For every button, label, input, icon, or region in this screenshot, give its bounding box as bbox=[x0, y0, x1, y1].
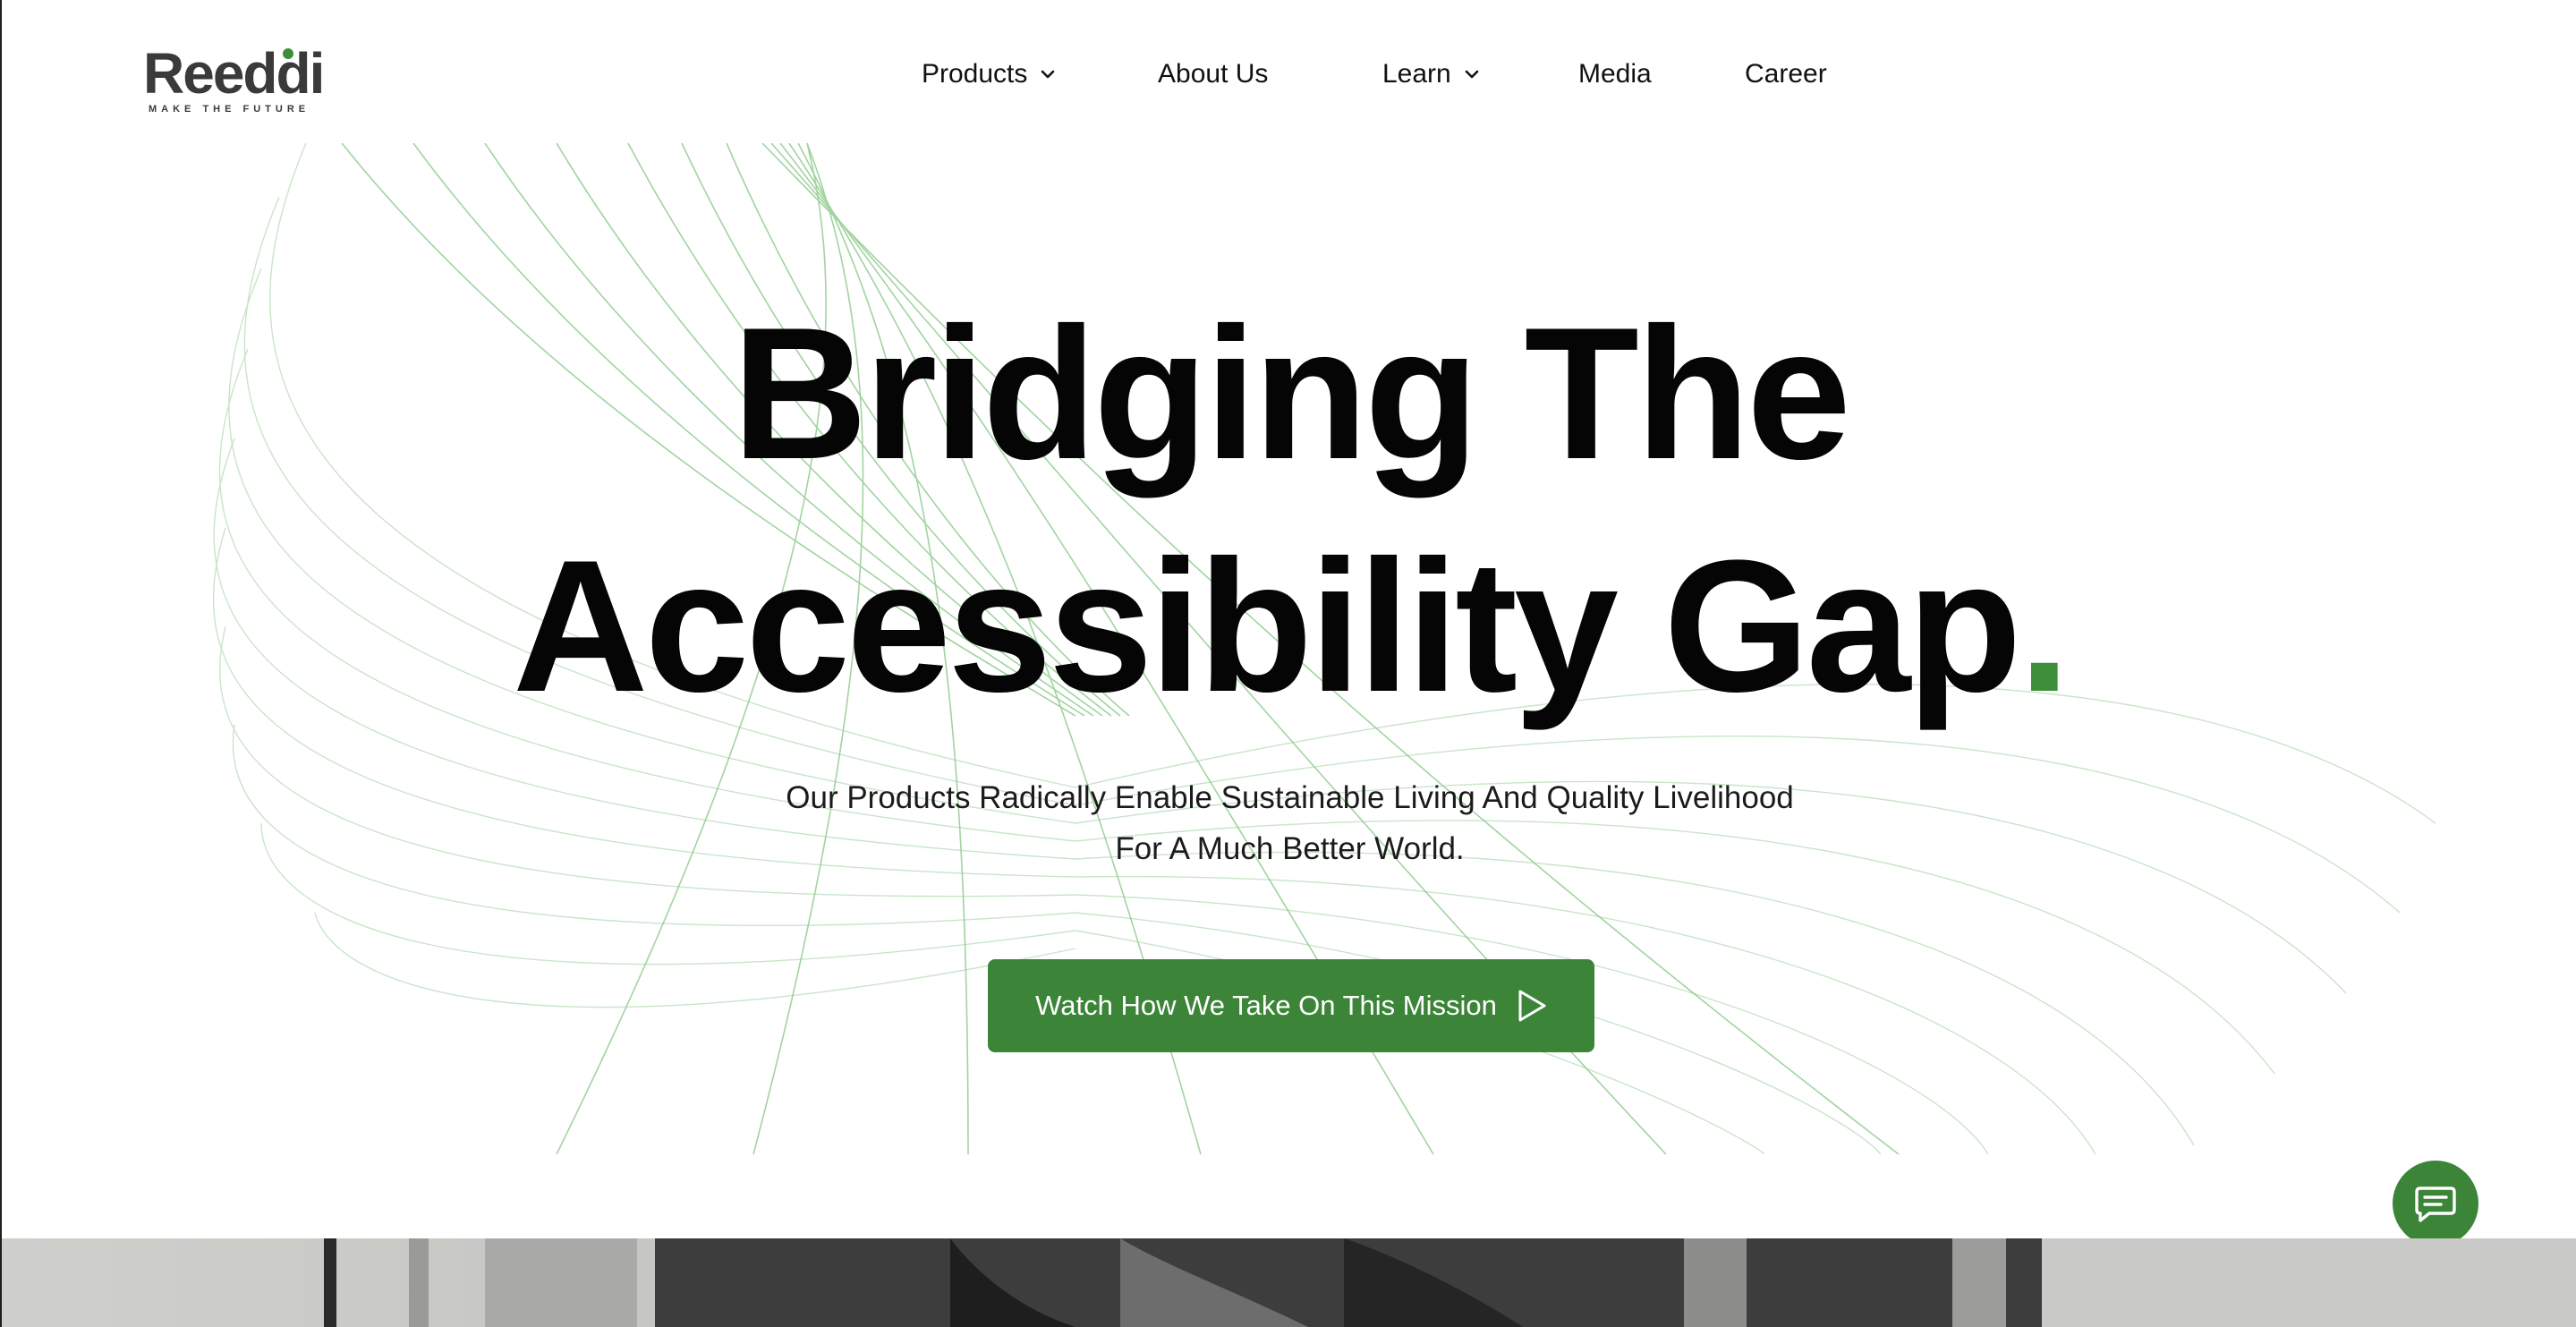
hero-headline-text: Accessibility Gap bbox=[512, 521, 2022, 731]
chat-button[interactable] bbox=[2393, 1161, 2478, 1246]
hero-subtitle-line2: For A Much Better World. bbox=[1115, 831, 1465, 866]
nav-item-about-us[interactable]: About Us bbox=[1158, 54, 1268, 95]
nav-item-products[interactable]: Products bbox=[922, 54, 1056, 95]
nav-item-media[interactable]: Media bbox=[1578, 54, 1652, 95]
hero-subtitle-line1: Our Products Radically Enable Sustainabl… bbox=[786, 780, 1794, 815]
hero-photo-image bbox=[2, 1238, 2576, 1327]
nav-item-label: Career bbox=[1745, 59, 1827, 89]
nav-item-career[interactable]: Career bbox=[1745, 54, 1827, 95]
logo-accent-dot bbox=[283, 48, 293, 59]
play-icon bbox=[1518, 990, 1546, 1022]
watch-mission-button-label: Watch How We Take On This Mission bbox=[1035, 990, 1497, 1021]
nav-item-learn[interactable]: Learn bbox=[1382, 54, 1480, 95]
nav-item-label: Media bbox=[1578, 59, 1652, 89]
logo-tagline: MAKE THE FUTURE bbox=[149, 104, 310, 115]
page: Reeddi MAKE THE FUTURE Products About Us… bbox=[0, 0, 2576, 1327]
headline-accent-dot: . bbox=[2018, 521, 2070, 731]
nav-item-label: About Us bbox=[1158, 59, 1269, 89]
chevron-down-icon bbox=[1465, 70, 1479, 79]
hero-headline-line1: Bridging The bbox=[732, 288, 1851, 498]
chat-icon bbox=[2415, 1187, 2456, 1222]
nav-item-label: Products bbox=[922, 59, 1028, 89]
logo-wordmark: Reeddi bbox=[143, 41, 325, 106]
watch-mission-button[interactable]: Watch How We Take On This Mission bbox=[988, 959, 1594, 1052]
chevron-down-icon bbox=[1041, 70, 1055, 79]
hero-photo bbox=[2, 1238, 2576, 1327]
brand-logo[interactable]: Reeddi MAKE THE FUTURE bbox=[143, 41, 325, 115]
nav-item-label: Learn bbox=[1382, 59, 1451, 89]
hero-headline-line2: Accessibility Gap. bbox=[2, 532, 2576, 720]
